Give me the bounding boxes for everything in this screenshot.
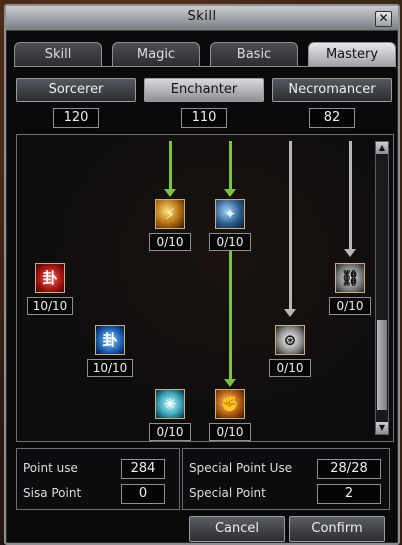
window-title: Skill xyxy=(187,9,217,24)
tab-basic[interactable]: Basic xyxy=(210,42,298,67)
connector-line xyxy=(349,141,352,251)
power-fist-skill-icon[interactable]: ✊ xyxy=(215,389,245,419)
frost-star-skill-icon[interactable]: ✳ xyxy=(155,389,185,419)
frost-star-skill-level: 0/10 xyxy=(149,423,191,441)
connector-line xyxy=(289,141,292,311)
close-button[interactable]: ✕ xyxy=(375,11,392,27)
blade-strike-skill-icon[interactable]: ✦ xyxy=(215,199,245,229)
special-points-panel: Special Point Use 28/28 Special Point 2 xyxy=(182,448,390,510)
connector-arrow xyxy=(164,189,176,197)
sisa-point-value: 0 xyxy=(121,484,165,504)
sorcerer-points: 120 xyxy=(53,108,99,128)
connector-line xyxy=(229,141,232,191)
window-titlebar[interactable]: Skill ✕ xyxy=(6,6,398,31)
special-point-label: Special Point xyxy=(189,486,266,500)
connector-arrow xyxy=(344,249,356,257)
power-fist-skill-level: 0/10 xyxy=(209,423,251,441)
sisa-point-label: Sisa Point xyxy=(23,486,82,500)
scroll-thumb[interactable] xyxy=(377,320,387,410)
tab-mastery[interactable]: Mastery xyxy=(308,42,396,67)
skill-tree-area: ⚡ 0/10 ✦ 0/10 卦 10/10 ⛓ 0/10 卦 10/10 ⊛ 0… xyxy=(16,134,394,442)
scroll-down-button[interactable]: ▼ xyxy=(376,422,388,434)
lightning-skill-level: 0/10 xyxy=(149,233,191,251)
necromancer-points: 82 xyxy=(309,108,355,128)
blade-strike-skill-level: 0/10 xyxy=(209,233,251,251)
class-button-sorcerer[interactable]: Sorcerer xyxy=(16,78,136,102)
special-point-use-value: 28/28 xyxy=(317,459,381,479)
class-button-enchanter[interactable]: Enchanter xyxy=(144,78,264,102)
lightning-skill-icon[interactable]: ⚡ xyxy=(155,199,185,229)
curse-skill-icon[interactable]: ⊛ xyxy=(275,325,305,355)
seal-ice-skill-icon[interactable]: 卦 xyxy=(95,325,125,355)
connector-line xyxy=(169,141,172,191)
tree-scrollbar[interactable]: ▲ ▼ xyxy=(375,141,389,435)
connector-arrow xyxy=(224,189,236,197)
chain-skill-icon[interactable]: ⛓ xyxy=(335,263,365,293)
enchanter-points: 110 xyxy=(181,108,227,128)
seal-fire-skill-icon[interactable]: 卦 xyxy=(35,263,65,293)
chain-skill-level: 0/10 xyxy=(329,297,371,315)
tab-magic[interactable]: Magic xyxy=(112,42,200,67)
point-use-value: 284 xyxy=(121,459,165,479)
curse-skill-level: 0/10 xyxy=(269,359,311,377)
skill-window: Skill ✕ Skill Magic Basic Mastery Sorcer… xyxy=(4,4,400,545)
connector-arrow xyxy=(284,309,296,317)
points-panel: Point use 284 Sisa Point 0 xyxy=(16,448,180,510)
confirm-button[interactable]: Confirm xyxy=(289,516,385,542)
tab-skill[interactable]: Skill xyxy=(14,42,102,67)
cancel-button[interactable]: Cancel xyxy=(189,516,285,542)
tab-divider xyxy=(14,66,394,67)
class-button-necromancer[interactable]: Necromancer xyxy=(272,78,392,102)
scroll-up-button[interactable]: ▲ xyxy=(376,142,388,154)
connector-line xyxy=(229,251,232,381)
seal-fire-skill-level: 10/10 xyxy=(27,297,73,315)
point-use-label: Point use xyxy=(23,461,78,475)
special-point-use-label: Special Point Use xyxy=(189,461,293,475)
seal-ice-skill-level: 10/10 xyxy=(87,359,133,377)
connector-arrow xyxy=(224,379,236,387)
special-point-value: 2 xyxy=(317,484,381,504)
